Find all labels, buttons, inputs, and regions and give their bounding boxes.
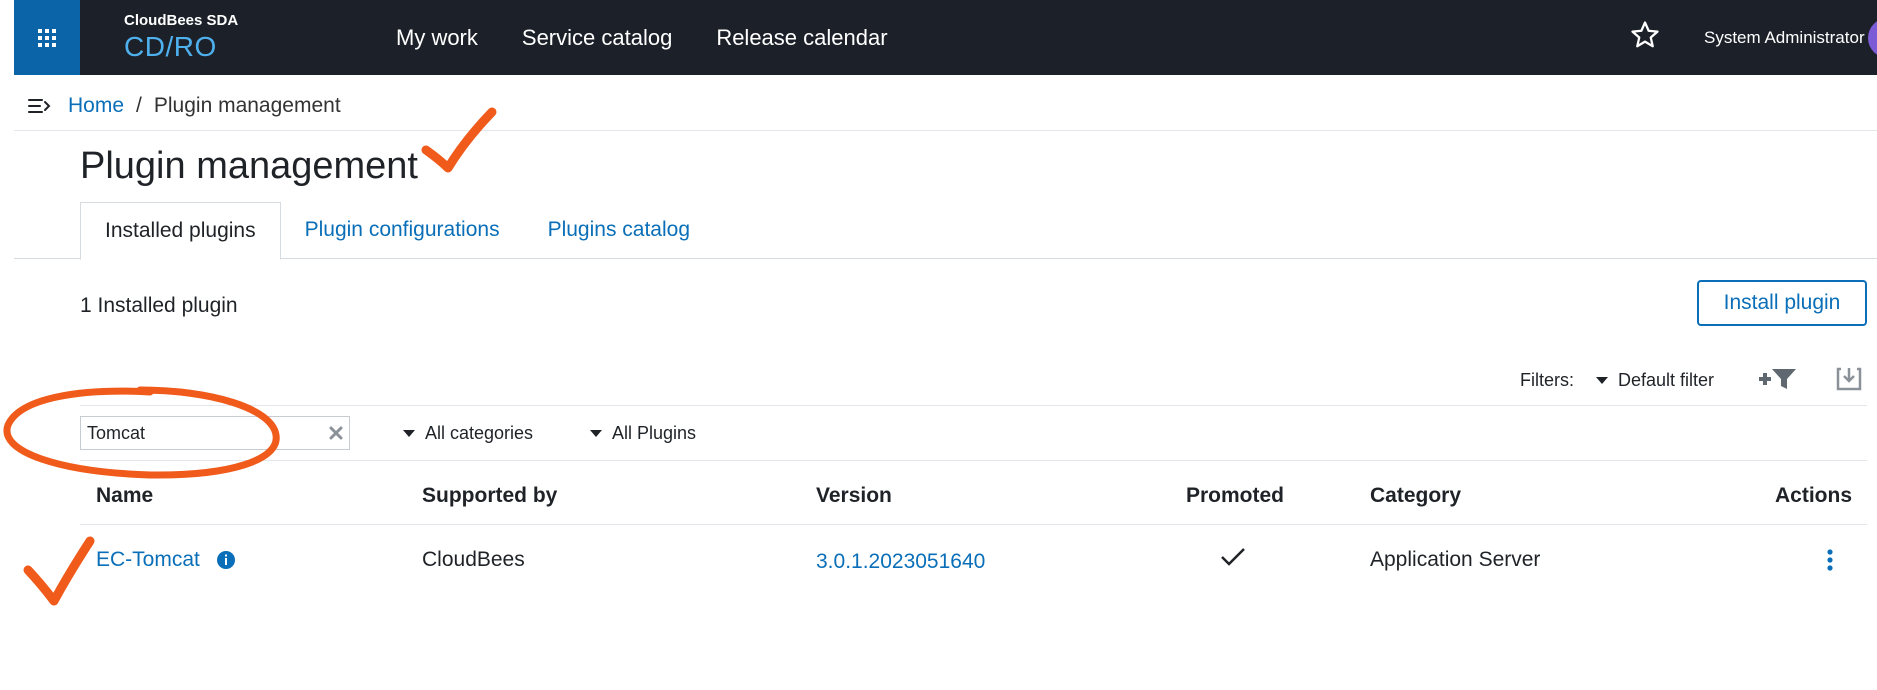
add-filter-icon (1759, 369, 1796, 389)
breadcrumb-current: Plugin management (153, 94, 341, 117)
column-header-actions: Actions (1775, 484, 1853, 507)
export-icon (1836, 367, 1862, 391)
default-filter-dropdown[interactable]: Default filter (1596, 370, 1714, 391)
nav-my-work[interactable]: My work (396, 25, 478, 51)
header-divider (80, 524, 1867, 525)
annotation-checkmark (23, 536, 95, 606)
plugins-dropdown[interactable]: All Plugins (590, 423, 696, 444)
breadcrumb-divider (14, 130, 1877, 131)
page-title: Plugin management (80, 145, 418, 187)
installed-count: 1 Installed plugin (80, 294, 238, 317)
install-plugin-button[interactable]: Install plugin (1697, 280, 1867, 326)
tab-bar: Installed plugins Plugin configurations … (80, 202, 714, 260)
caret-down-icon (403, 430, 415, 437)
sidebar-toggle-icon[interactable] (28, 96, 52, 116)
tab-plugins-catalog[interactable]: Plugins catalog (524, 202, 714, 258)
plugin-version-link[interactable]: 3.0.1.2023051640 (816, 550, 985, 574)
search-input[interactable]: Tomcat (80, 416, 350, 450)
filters-bar: Filters: Default filter (1520, 368, 1714, 392)
search-value: Tomcat (87, 422, 146, 443)
breadcrumb-separator: / (136, 94, 142, 117)
brand-subtitle: CloudBees SDA (124, 12, 239, 29)
default-filter-label: Default filter (1618, 369, 1715, 390)
top-bar: CloudBees SDA CD/RO My work Service cata… (14, 0, 1877, 75)
nav-service-catalog[interactable]: Service catalog (522, 25, 672, 51)
tabs-divider (14, 258, 1877, 259)
info-icon (217, 551, 235, 569)
tab-installed-plugins[interactable]: Installed plugins (80, 202, 281, 260)
column-header-name[interactable]: Name (96, 484, 153, 508)
plugin-category: Application Server (1370, 548, 1541, 571)
clear-search-button[interactable] (323, 426, 349, 440)
annotation-checkmark (421, 107, 497, 173)
star-icon (1631, 21, 1659, 48)
tab-plugin-configurations[interactable]: Plugin configurations (281, 202, 524, 258)
main-nav: My work Service catalog Release calendar (396, 0, 932, 75)
caret-down-icon (1596, 376, 1608, 384)
categories-label: All categories (425, 423, 534, 443)
kebab-menu-icon (1827, 549, 1833, 571)
caret-down-icon (590, 430, 602, 437)
check-icon (1221, 548, 1245, 566)
export-button[interactable] (1836, 366, 1862, 397)
breadcrumb-home[interactable]: Home (68, 94, 124, 118)
nav-release-calendar[interactable]: Release calendar (716, 25, 887, 51)
filters-label: Filters: (1520, 369, 1574, 390)
apps-grid-button[interactable] (14, 0, 80, 75)
breadcrumb: Home / Plugin management (28, 92, 341, 120)
promoted-indicator (1219, 545, 1247, 574)
search-divider (80, 460, 1867, 461)
brand-logo[interactable]: CloudBees SDA CD/RO (124, 12, 238, 63)
column-header-promoted[interactable]: Promoted (1186, 484, 1284, 508)
favorites-button[interactable] (1630, 20, 1660, 55)
clear-icon (329, 426, 343, 440)
column-header-version[interactable]: Version (816, 484, 892, 508)
user-name[interactable]: System Administrator (1704, 28, 1865, 48)
plugin-supported-by: CloudBees (422, 548, 525, 571)
avatar[interactable] (1868, 18, 1877, 58)
plugins-label: All Plugins (612, 423, 697, 443)
apps-grid-icon (38, 28, 56, 47)
plugin-name-link[interactable]: EC-Tomcat (96, 548, 200, 572)
filters-divider (80, 405, 1867, 406)
column-header-supported-by[interactable]: Supported by (422, 484, 557, 508)
row-actions-button[interactable] (1826, 548, 1834, 577)
add-filter-button[interactable] (1758, 366, 1798, 397)
brand-title: CD/RO (124, 31, 217, 62)
column-header-category[interactable]: Category (1370, 484, 1461, 508)
categories-dropdown[interactable]: All categories (403, 423, 533, 444)
plugin-info-button[interactable] (216, 550, 236, 575)
